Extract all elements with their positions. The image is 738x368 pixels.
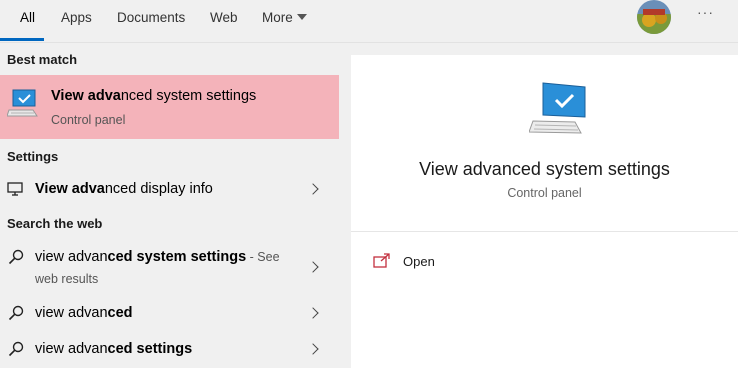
search-scope-tabs: All Apps Documents Web More ···: [0, 0, 738, 43]
preview-pane: View advanced system settings Control pa…: [351, 55, 738, 368]
settings-result-label: View advanced display info: [35, 181, 213, 197]
best-match-result[interactable]: View advanced system settings Control pa…: [0, 75, 339, 139]
settings-header: Settings: [7, 149, 59, 164]
preview-subtitle: Control panel: [507, 186, 582, 200]
more-options-button[interactable]: ···: [697, 4, 714, 20]
web-result-sub: web results: [35, 272, 99, 286]
tab-documents[interactable]: Documents: [117, 9, 185, 29]
search-icon: [8, 305, 24, 326]
display-icon: [7, 182, 23, 201]
search-icon: [8, 341, 24, 362]
search-web-header: Search the web: [7, 216, 103, 231]
chevron-down-icon: [296, 14, 307, 20]
tab-more[interactable]: More: [262, 9, 307, 29]
web-result-label: view advanced settings: [35, 341, 193, 357]
web-result[interactable]: view advanced system settings - See web …: [0, 242, 339, 290]
active-tab-indicator: [0, 38, 44, 41]
best-match-title: View advanced system settings: [51, 88, 257, 104]
avatar[interactable]: [637, 0, 671, 34]
computer-monitor-icon: [6, 88, 39, 123]
settings-result[interactable]: View advanced display info: [0, 173, 339, 203]
tab-more-label: More: [262, 10, 293, 25]
open-action[interactable]: Open: [373, 251, 573, 273]
divider: [351, 231, 738, 232]
preview-title: View advanced system settings: [419, 159, 670, 179]
best-match-subtitle: Control panel: [51, 113, 126, 127]
tab-all[interactable]: All: [20, 9, 35, 29]
open-icon: [373, 253, 391, 274]
web-result[interactable]: view advanced: [0, 299, 339, 327]
best-match-header: Best match: [7, 52, 78, 67]
chevron-right-icon: [307, 307, 319, 319]
computer-monitor-icon: [528, 81, 589, 140]
search-icon: [8, 249, 24, 270]
tab-apps[interactable]: Apps: [61, 9, 92, 29]
results-list: Best match View advanced system settings…: [0, 43, 351, 368]
chevron-right-icon: [307, 183, 319, 195]
web-result-label: view advanced: [35, 305, 133, 321]
chevron-right-icon: [307, 261, 319, 273]
web-result[interactable]: view advanced settings: [0, 335, 339, 363]
web-result-label: view advanced system settings - See: [35, 249, 280, 265]
open-label: Open: [403, 254, 435, 269]
chevron-right-icon: [307, 343, 319, 355]
tab-web[interactable]: Web: [210, 9, 238, 29]
